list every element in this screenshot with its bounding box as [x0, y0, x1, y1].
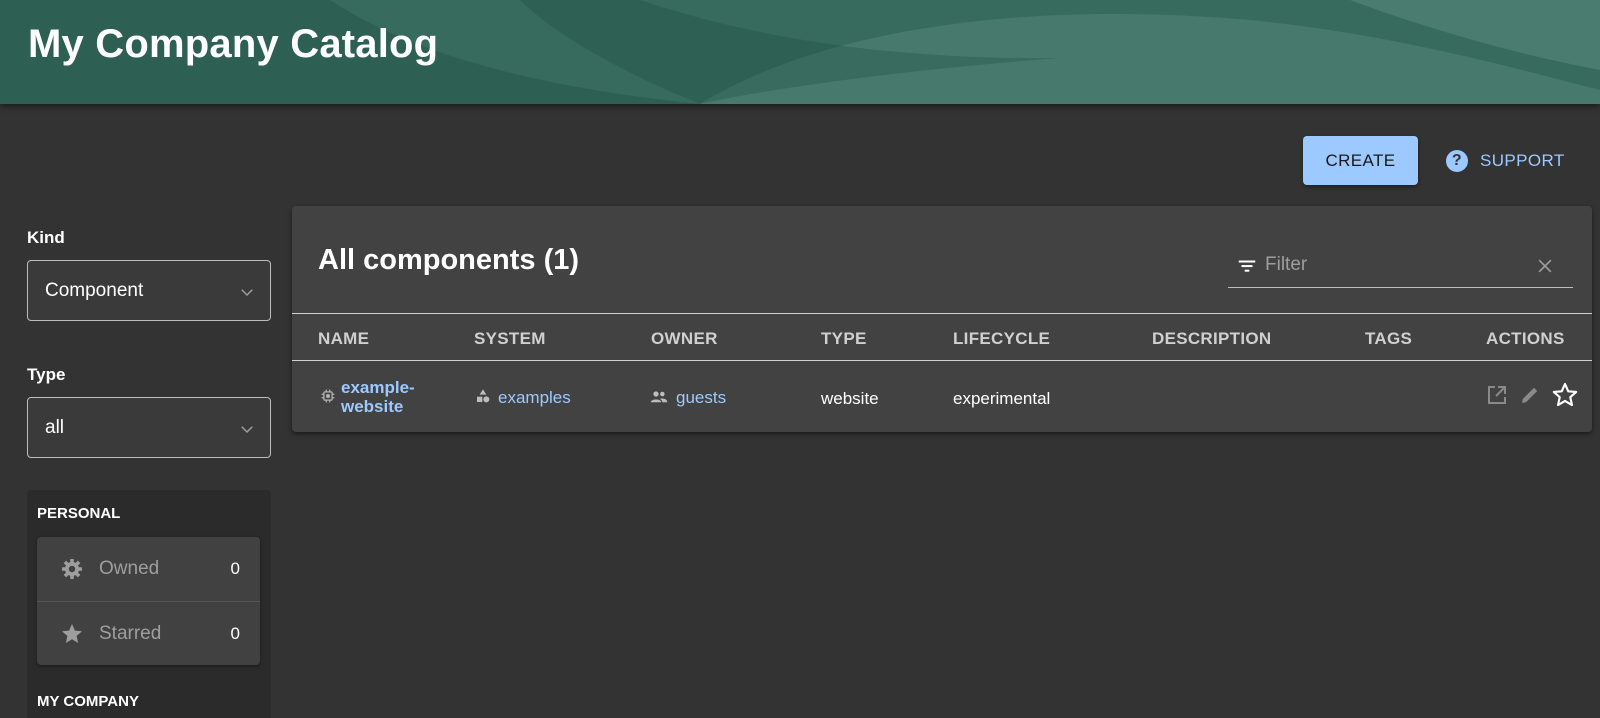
filter-icon	[1238, 260, 1256, 272]
lifecycle-cell: experimental	[953, 389, 1051, 408]
app-header: My Company Catalog	[0, 0, 1600, 104]
owner-link[interactable]: guests	[676, 388, 726, 408]
personal-heading: PERSONAL	[37, 505, 121, 522]
system-icon	[477, 389, 490, 403]
create-button[interactable]: CREATE	[1303, 136, 1418, 185]
page-title: My Company Catalog	[28, 22, 439, 66]
column-header-description[interactable]: DESCRIPTION	[1152, 329, 1271, 349]
kind-select[interactable]: Component	[27, 260, 271, 321]
type-cell: website	[821, 389, 879, 408]
system-link[interactable]: examples	[498, 388, 571, 408]
column-header-lifecycle[interactable]: LIFECYCLE	[953, 329, 1050, 349]
chevron-down-icon	[241, 426, 253, 434]
filter-starred-count: 0	[230, 623, 240, 643]
filter-starred[interactable]: Starred 0	[37, 601, 260, 665]
type-select[interactable]: all	[27, 397, 271, 458]
filter-owned-count: 0	[230, 559, 240, 578]
personal-filter-list: Owned 0 Starred 0	[37, 537, 260, 665]
column-header-name[interactable]: NAME	[318, 329, 369, 349]
filter-input[interactable]	[1265, 248, 1525, 282]
help-icon: ?	[1446, 150, 1468, 172]
star-icon	[62, 624, 82, 643]
group-icon	[650, 391, 668, 403]
column-header-owner[interactable]: OWNER	[651, 329, 718, 349]
edit-icon[interactable]	[1518, 383, 1542, 407]
component-icon	[321, 389, 335, 403]
type-select-value: all	[45, 416, 65, 438]
column-header-tags[interactable]: TAGS	[1365, 329, 1412, 349]
support-label: SUPPORT	[1480, 151, 1565, 170]
column-header-system[interactable]: SYSTEM	[474, 329, 546, 349]
column-header-type[interactable]: TYPE	[821, 329, 867, 349]
table-top-divider	[292, 313, 1592, 314]
table-header-divider	[292, 360, 1592, 361]
filter-owned-label: Owned	[99, 558, 160, 579]
components-table-card: All components (1) NAME SYSTEM OWNER TYP…	[292, 206, 1592, 432]
kind-select-value: Component	[45, 279, 144, 301]
gear-icon	[62, 559, 82, 579]
column-header-actions: ACTIONS	[1486, 329, 1565, 348]
filter-owned[interactable]: Owned 0	[37, 537, 260, 601]
type-label: Type	[27, 365, 66, 384]
table-filter	[1228, 244, 1573, 288]
clear-filter-icon[interactable]	[1535, 256, 1555, 276]
company-heading: MY COMPANY	[37, 693, 139, 710]
table-title: All components (1)	[318, 244, 580, 276]
user-filter-panel: PERSONAL Owned 0 Starred 0 MY COMPANY	[27, 490, 271, 718]
chevron-down-icon	[241, 289, 253, 297]
open-external-icon[interactable]	[1485, 383, 1509, 407]
support-button[interactable]: ? SUPPORT	[1446, 145, 1565, 177]
filter-starred-label: Starred	[99, 622, 162, 644]
component-name-link[interactable]: example-website	[341, 378, 431, 416]
star-outline-icon[interactable]	[1551, 381, 1579, 409]
kind-label: Kind	[27, 228, 65, 247]
